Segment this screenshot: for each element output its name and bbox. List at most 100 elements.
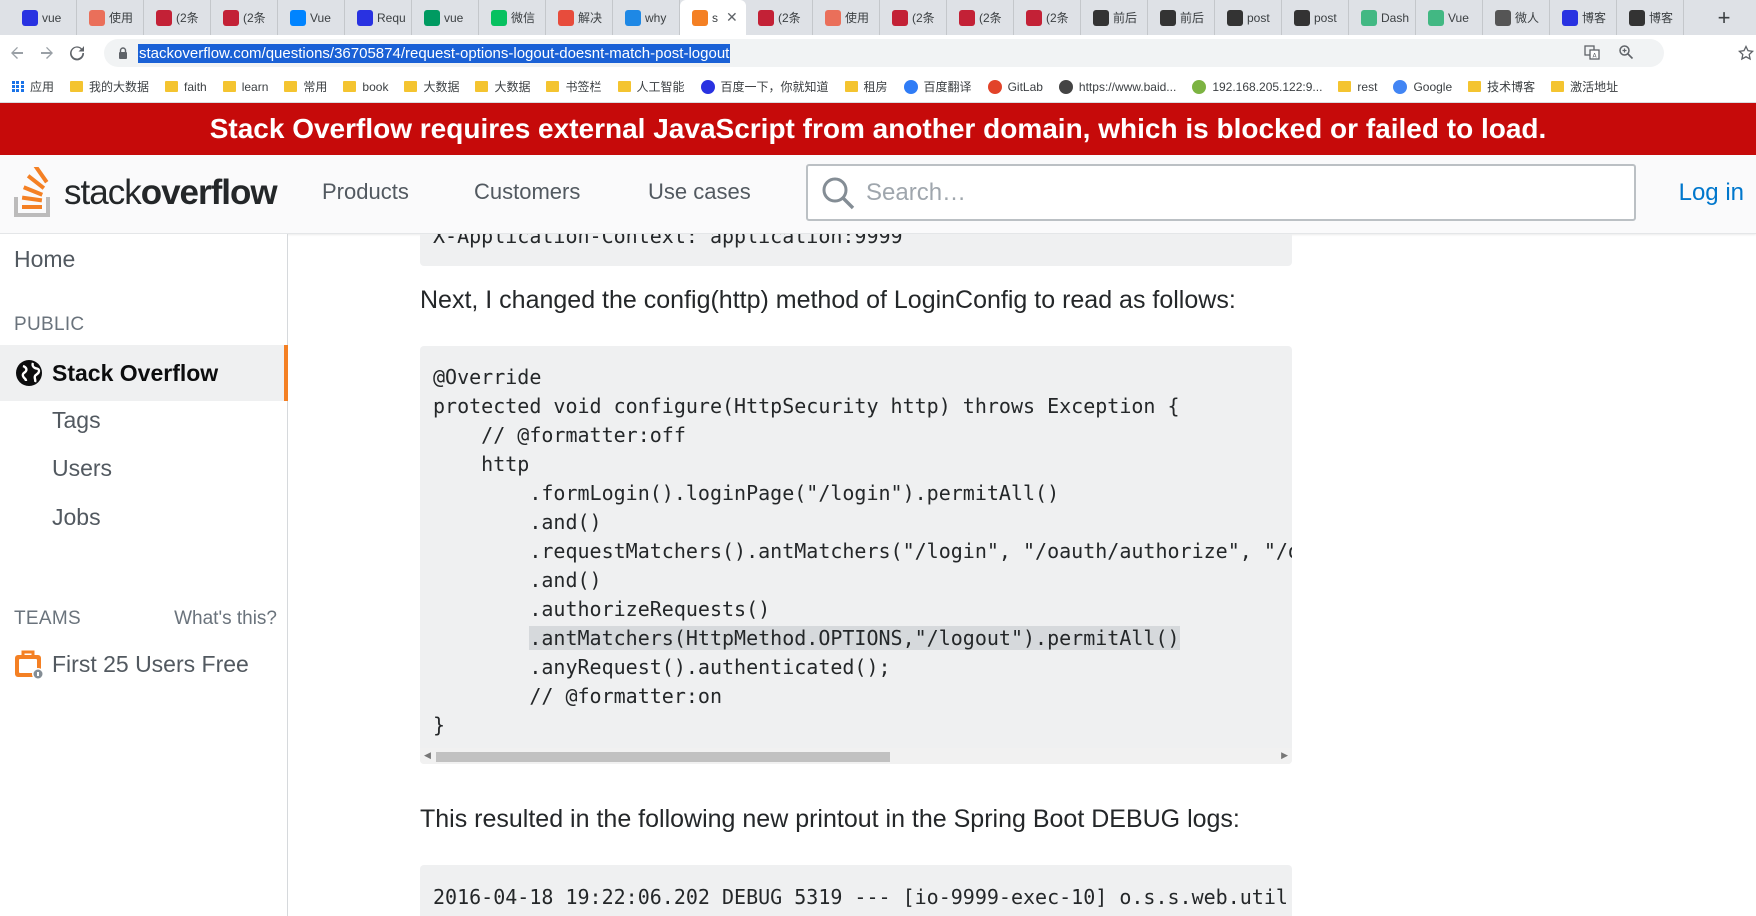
browser-tab[interactable]: 使用 [813,0,880,35]
browser-tab[interactable]: why [613,0,680,35]
browser-tab[interactable]: 博客 [1617,0,1684,35]
code-line: @Override [433,365,542,389]
bookmark-star-icon[interactable] [1738,45,1754,61]
browser-tab[interactable]: (2条 [144,0,211,35]
bookmark-label: Google [1413,79,1453,94]
sidebar-item-label: First 25 Users Free [52,650,249,677]
bookmark-item[interactable]: 人工智能 [617,78,701,95]
sidebar-item-stackoverflow[interactable]: Stack Overflow [0,345,288,401]
code-horizontal-scrollbar[interactable]: ◀ ▶ [420,748,1292,764]
arrow-right-icon [41,47,53,59]
folder-icon [617,81,631,92]
browser-tab[interactable]: vue [10,0,77,35]
bookmark-item[interactable]: 大数据 [475,78,546,95]
browser-tab[interactable]: 前后 [1148,0,1215,35]
question-body: X-Application-Context: application:9999 … [289,234,1756,916]
browser-tab-label: 前后 [1180,11,1205,25]
back-button[interactable] [4,40,30,66]
forward-button[interactable] [34,40,60,66]
browser-tab[interactable]: 前后 [1081,0,1148,35]
nav-use-cases[interactable]: Use cases [648,179,751,205]
translate-icon[interactable]: A [1584,44,1600,60]
bookmark-item[interactable]: 192.168.205.122:9... [1192,79,1338,94]
browser-tab-label: Vue [310,10,331,25]
browser-tab[interactable]: (2条 [947,0,1014,35]
bookmark-item[interactable]: 书签栏 [546,78,617,95]
js-blocked-notice: Stack Overflow requires external JavaScr… [0,103,1756,155]
bookmark-item[interactable]: 技术博客 [1468,78,1551,95]
cloud-icon [625,9,641,26]
stackoverflow-logo[interactable]: stackoverflow [12,163,278,223]
bookmark-item[interactable]: GitLab [987,79,1059,94]
code-line: // @formatter:on [433,684,722,708]
browser-tab[interactable]: post [1282,0,1349,35]
browser-tab[interactable]: s ✕ [680,0,746,35]
browser-tab-label: why [645,10,667,25]
url-text[interactable]: stackoverflow.com/questions/36705874/req… [138,43,731,63]
bookmark-label: GitLab [1007,79,1043,94]
bookmark-item[interactable]: 租房 [844,78,904,95]
browser-tab[interactable]: Vue [1416,0,1483,35]
bookmark-label: 192.168.205.122:9... [1212,79,1323,94]
left-sidebar: Home PUBLIC Stack Overflow Tags Users Jo… [0,234,288,916]
browser-tab[interactable]: (2条 [746,0,813,35]
bookmark-item[interactable]: rest [1338,80,1393,94]
scroll-left-icon[interactable]: ◀ [424,750,431,761]
browser-tab[interactable]: 微人 [1483,0,1550,35]
bookmark-item[interactable]: 激活地址 [1551,78,1634,95]
browser-tab[interactable]: 博客 [1550,0,1617,35]
bookmark-item[interactable]: 百度翻译 [903,78,988,95]
browser-tab[interactable]: Requ [345,0,412,35]
bookmark-item[interactable]: https://www.baid... [1058,79,1192,94]
reload-button[interactable] [64,40,90,66]
sidebar-item-users[interactable]: Users [52,455,112,482]
sidebar-item-tags[interactable]: Tags [52,407,101,434]
browser-tab[interactable]: (2条 [211,0,278,35]
omnibox[interactable]: stackoverflow.com/questions/36705874/req… [104,39,1664,67]
sidebar-item-home[interactable]: Home [14,246,75,273]
code-line: .anyRequest().authenticated(); [433,655,891,679]
browser-tab[interactable]: 微信 [479,0,546,35]
browser-tab[interactable]: (2条 [880,0,947,35]
bookmark-item[interactable]: 应用 [12,78,70,95]
nav-customers[interactable]: Customers [474,179,580,205]
browser-tab[interactable]: (2条 [1014,0,1081,35]
teams-whats-this-link[interactable]: What's this? [174,608,277,630]
bookmark-item[interactable]: 百度一下，你就知道 [700,78,845,95]
bookmark-item[interactable]: book [343,80,404,94]
bookmark-item[interactable]: learn [222,80,285,94]
bookmark-item[interactable]: 我的大数据 [70,78,165,95]
csdn-icon [892,9,908,26]
folder-icon [343,81,357,92]
juejin-icon [1294,9,1310,26]
bookmark-item[interactable]: faith [165,80,223,94]
sidebar-item-teams-free[interactable]: First 25 Users Free [14,648,249,680]
sidebar-item-jobs[interactable]: Jobs [52,504,101,531]
bookmark-label: 技术博客 [1487,80,1536,94]
browser-tab-label: Vue [1448,10,1469,25]
bookmark-label: book [362,79,389,94]
bookmark-item[interactable]: 常用 [284,78,343,95]
site-topbar: stackoverflow Products Customers Use cas… [0,155,1756,234]
zhihu-icon [290,9,306,26]
browser-tab[interactable]: 使用 [77,0,144,35]
browser-tab[interactable]: Vue [278,0,345,35]
folder-icon [70,81,84,92]
scrollbar-thumb[interactable] [436,752,890,762]
bookmark-item[interactable]: 大数据 [404,78,475,95]
browser-tab[interactable]: 解决 [546,0,613,35]
bookmark-label: rest [1357,79,1378,94]
browser-tab[interactable]: Dash [1349,0,1416,35]
browser-tab[interactable]: vue [412,0,479,35]
bookmark-item[interactable]: Google [1393,79,1468,94]
close-tab-icon[interactable]: ✕ [726,9,738,26]
scroll-right-icon[interactable]: ▶ [1281,750,1288,761]
new-tab-button[interactable]: + [1714,5,1734,31]
search-input[interactable]: Search… [806,164,1636,221]
browser-tab[interactable]: post [1215,0,1282,35]
folder-icon [165,81,179,92]
code-line: // @formatter:off [433,423,686,447]
nav-products[interactable]: Products [322,179,409,205]
zoom-icon[interactable] [1618,44,1634,60]
login-link[interactable]: Log in [1679,179,1744,207]
